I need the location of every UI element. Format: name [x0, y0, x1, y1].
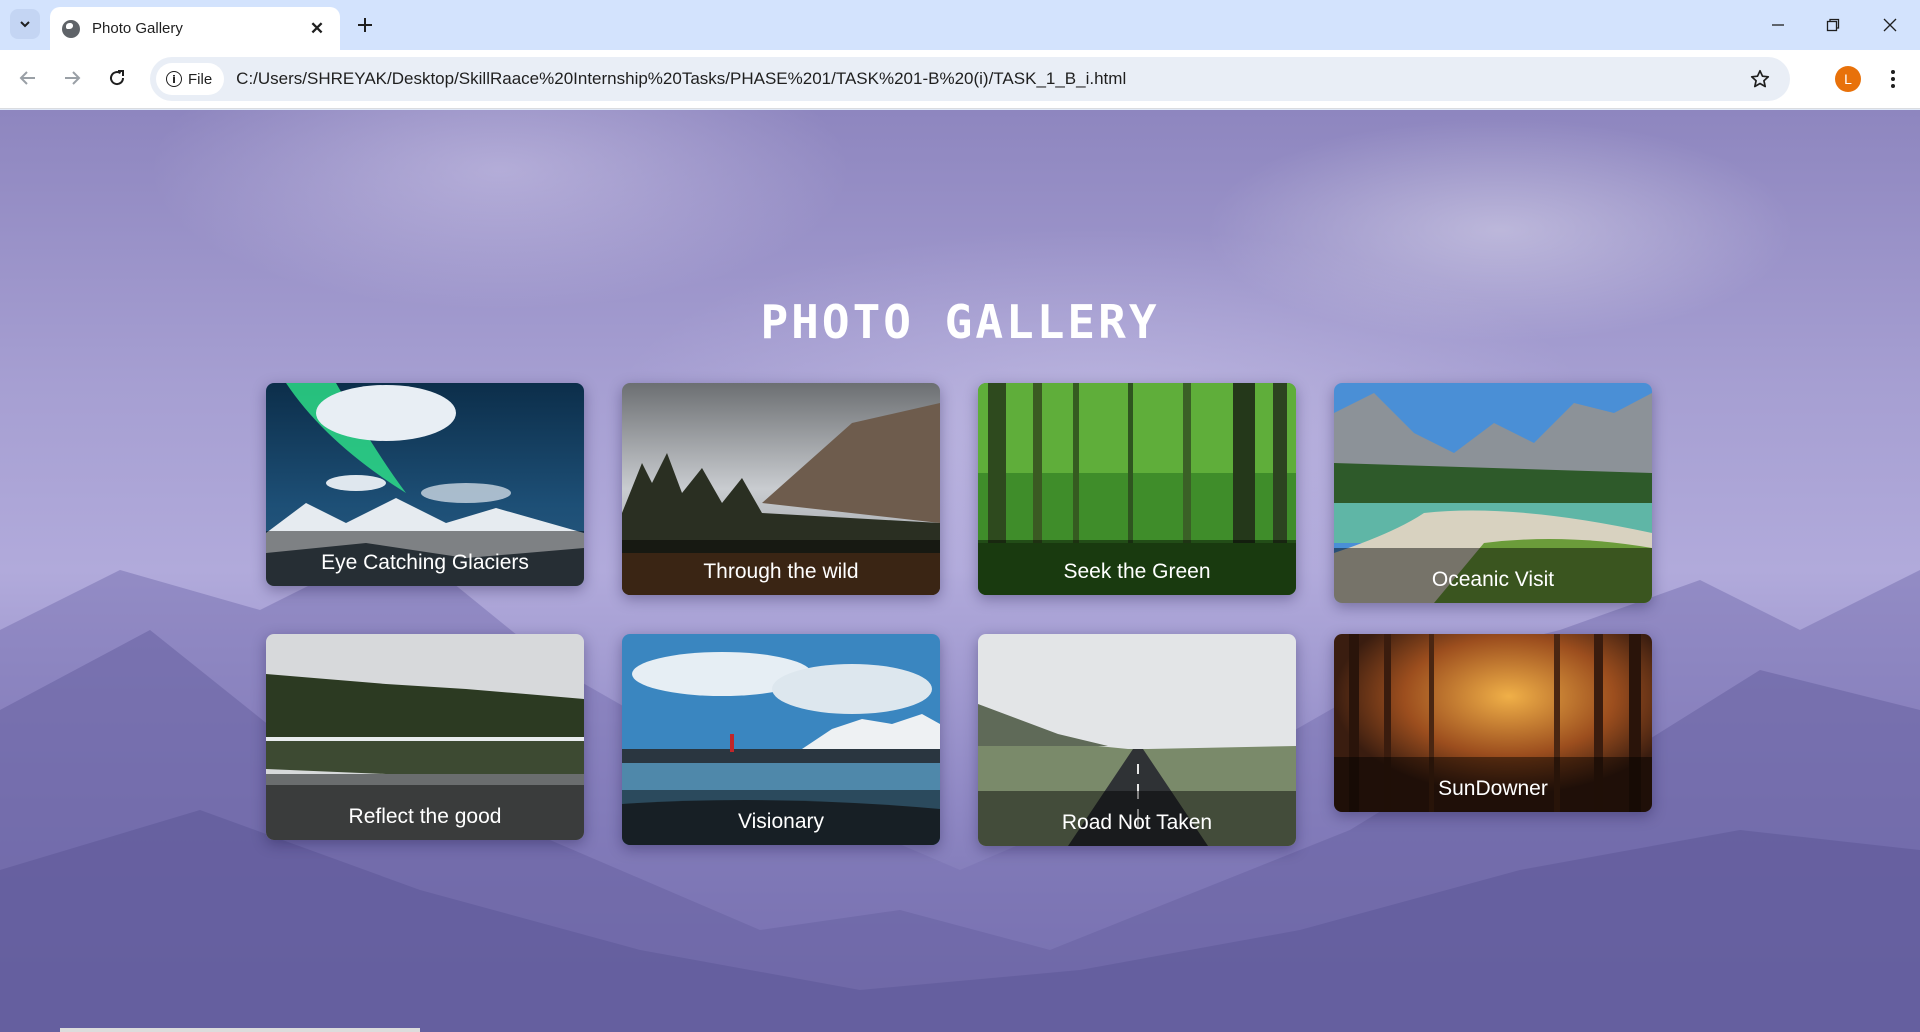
card-caption: Road Not Taken [978, 791, 1296, 846]
bookmark-button[interactable] [1748, 67, 1772, 91]
close-tab-button[interactable]: ✕ [306, 18, 328, 40]
card-caption: SunDowner [1334, 757, 1652, 812]
close-window-button[interactable] [1870, 10, 1910, 40]
gallery-card-green[interactable]: Seek the Green [978, 383, 1296, 595]
tab-bar: Photo Gallery ✕ [0, 0, 1920, 50]
address-bar[interactable]: i File C:/Users/SHREYAK/Desktop/SkillRaa… [150, 57, 1790, 101]
browser-toolbar: i File C:/Users/SHREYAK/Desktop/SkillRaa… [0, 50, 1920, 109]
card-caption: Reflect the good [266, 785, 584, 840]
arrow-right-icon [65, 71, 81, 85]
back-button[interactable] [12, 62, 44, 94]
active-tab[interactable]: Photo Gallery ✕ [50, 7, 340, 50]
url-text[interactable]: C:/Users/SHREYAK/Desktop/SkillRaace%20In… [236, 69, 1126, 89]
profile-avatar[interactable]: L [1835, 66, 1861, 92]
card-caption: Oceanic Visit [1334, 548, 1652, 603]
gallery-card-visionary[interactable]: Visionary [622, 634, 940, 845]
menu-button[interactable] [1880, 64, 1906, 94]
card-caption: Through the wild [622, 540, 940, 595]
site-info-chip[interactable]: i File [156, 63, 225, 95]
site-chip-label: File [188, 70, 213, 88]
gallery-card-road[interactable]: Road Not Taken [978, 634, 1296, 846]
tab-title: Photo Gallery [92, 20, 183, 37]
minimize-icon [1772, 24, 1784, 26]
globe-icon [62, 19, 80, 38]
restore-icon [1826, 18, 1840, 32]
page-background: PHOTO GALLERY Eye Catching Glaciers Thro… [0, 110, 1920, 1032]
page-title: PHOTO GALLERY [760, 295, 1160, 349]
restore-button[interactable] [1813, 10, 1853, 40]
reload-button[interactable] [101, 62, 133, 94]
arrow-left-icon [19, 71, 35, 85]
plus-icon [358, 18, 372, 32]
reload-icon [110, 70, 125, 86]
gallery-card-sundowner[interactable]: SunDowner [1334, 634, 1652, 812]
star-icon [1750, 69, 1770, 88]
card-caption: Visionary [622, 790, 940, 845]
close-icon [1883, 18, 1897, 32]
gallery-card-glaciers[interactable]: Eye Catching Glaciers [266, 383, 584, 586]
more-vert-icon [1891, 70, 1895, 88]
chevron-down-icon [20, 21, 30, 28]
tab-search-button[interactable] [10, 9, 40, 39]
minimize-button[interactable] [1758, 10, 1798, 40]
gallery-card-wild[interactable]: Through the wild [622, 383, 940, 595]
gallery-card-oceanic[interactable]: Oceanic Visit [1334, 383, 1652, 603]
horizontal-scrollbar[interactable] [60, 1028, 420, 1032]
forward-button[interactable] [56, 62, 88, 94]
gallery-card-reflect[interactable]: Reflect the good [266, 634, 584, 840]
card-caption: Eye Catching Glaciers [266, 531, 584, 586]
info-icon: i [166, 71, 182, 87]
new-tab-button[interactable] [352, 12, 378, 38]
card-caption: Seek the Green [978, 540, 1296, 595]
